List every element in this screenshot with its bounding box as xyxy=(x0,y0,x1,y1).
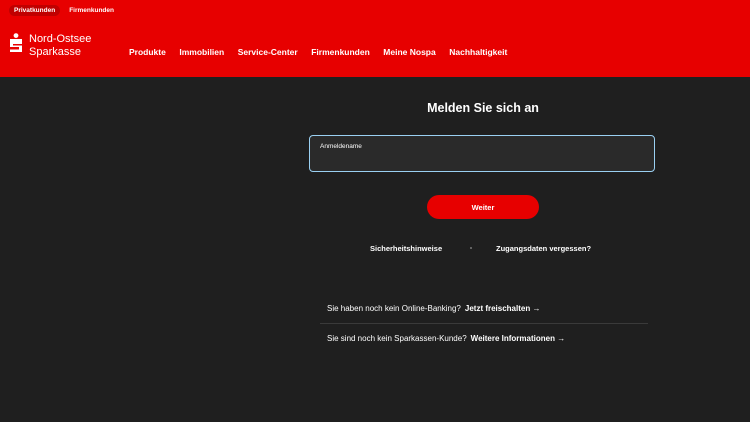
customer-segment-tabs: Privatkunden Firmenkunden xyxy=(9,5,119,16)
segment-tab-privatkunden[interactable]: Privatkunden xyxy=(9,5,61,16)
nav-item-firmenkunden[interactable]: Firmenkunden xyxy=(311,47,370,57)
nav-item-immobilien[interactable]: Immobilien xyxy=(179,47,224,57)
main-navigation: Produkte Immobilien Service-Center Firme… xyxy=(129,47,521,57)
more-information-link[interactable]: Weitere Informationen → xyxy=(471,334,566,343)
online-banking-info: Sie haben noch kein Online-Banking? Jetzt… xyxy=(327,304,540,313)
nav-item-nachhaltigkeit[interactable]: Nachhaltigkeit xyxy=(449,47,507,57)
link-separator-dot xyxy=(470,247,472,249)
login-title: Melden Sie sich an xyxy=(427,101,539,115)
new-customer-info: Sie sind noch kein Sparkassen-Kunde? Weit… xyxy=(327,334,565,343)
info-divider xyxy=(320,323,648,324)
forgot-credentials-link[interactable]: Zugangsdaten vergessen? xyxy=(496,244,591,253)
sparkasse-logo[interactable]: Nord-Ostsee Sparkasse xyxy=(9,33,91,59)
nav-item-meine-nospa[interactable]: Meine Nospa xyxy=(383,47,435,57)
logo-line-1: Nord-Ostsee xyxy=(29,33,92,45)
segment-tab-firmenkunden[interactable]: Firmenkunden xyxy=(64,5,119,16)
security-notes-link[interactable]: Sicherheitshinweise xyxy=(370,244,442,253)
activate-online-banking-link[interactable]: Jetzt freischalten → xyxy=(465,304,541,313)
nav-item-produkte[interactable]: Produkte xyxy=(129,47,166,57)
online-banking-text: Sie haben noch kein Online-Banking? xyxy=(327,304,461,313)
username-label: Anmeldename xyxy=(320,143,362,150)
username-field[interactable]: Anmeldename xyxy=(309,135,655,172)
continue-button[interactable]: Weiter xyxy=(427,195,539,219)
logo-line-2: Sparkasse xyxy=(29,46,81,58)
site-header: Privatkunden Firmenkunden Nord-Ostsee Sp… xyxy=(0,0,750,77)
username-input[interactable] xyxy=(320,153,640,167)
nav-item-service-center[interactable]: Service-Center xyxy=(238,47,298,57)
new-customer-text: Sie sind noch kein Sparkassen-Kunde? xyxy=(327,334,467,343)
sparkasse-s-logo-icon xyxy=(10,33,22,52)
logo-text: Nord-Ostsee Sparkasse xyxy=(29,33,91,59)
